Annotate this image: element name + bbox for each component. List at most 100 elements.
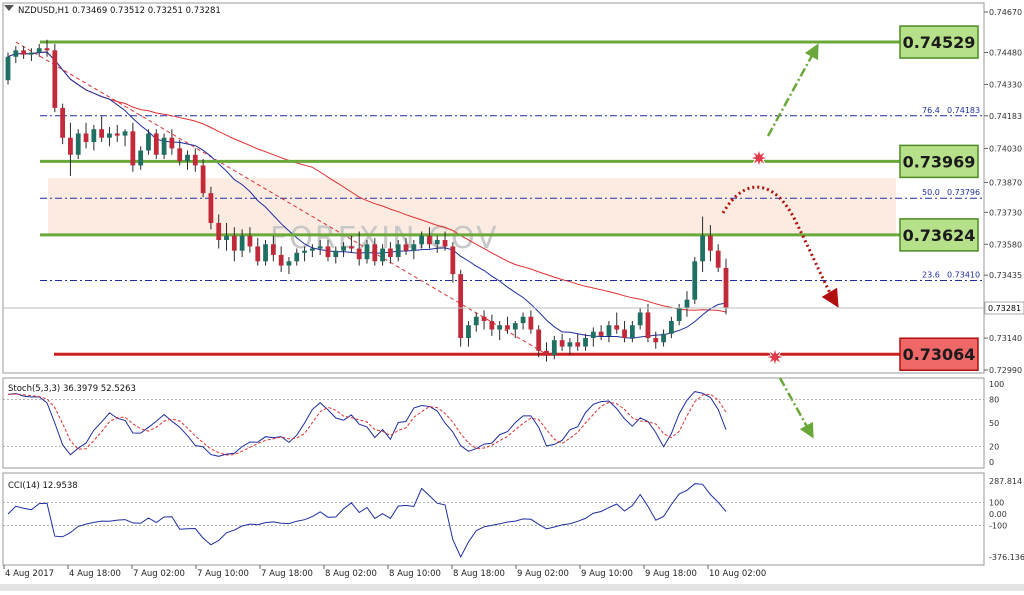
candle-bull — [668, 320, 674, 334]
candle-bear — [645, 312, 651, 339]
stoch-tick-label: 50 — [989, 419, 999, 428]
candle-bull — [520, 316, 526, 324]
candle-bull — [661, 333, 666, 343]
stoch-tick-label: 0 — [989, 458, 994, 467]
candle-bear — [388, 248, 393, 258]
candle-bull — [146, 133, 151, 151]
candle-bull — [239, 235, 245, 251]
level-label: 0.74529 — [903, 33, 976, 52]
x-tick-label: 8 Aug 02:00 — [325, 569, 377, 579]
candle-bull — [263, 244, 268, 262]
candle-bull — [567, 342, 573, 347]
fib-level-price: 0.73796 — [947, 188, 980, 197]
current-price-label: 0.73281 — [988, 304, 1021, 313]
candle-bull — [341, 246, 346, 251]
candle-bear — [130, 131, 136, 166]
cci-label: CCI(14) 12.9538 — [8, 481, 78, 491]
candle-bear — [177, 148, 183, 162]
breakdown-marker-icon — [764, 346, 786, 368]
cci-tick-label: 0.00 — [989, 510, 1007, 519]
y-tick-label: 0.73580 — [989, 240, 1022, 249]
level-label: 0.73624 — [903, 226, 976, 245]
x-tick-label: 8 Aug 10:00 — [389, 569, 441, 579]
y-tick-label: 0.74480 — [989, 48, 1022, 57]
candle-bear — [216, 222, 222, 241]
x-tick-label: 7 Aug 02:00 — [133, 569, 185, 579]
candle-bull — [629, 325, 635, 339]
x-tick-label: 9 Aug 02:00 — [517, 569, 569, 579]
fib-level-price: 0.73410 — [947, 271, 980, 280]
candle-bear — [575, 342, 581, 347]
candle-bull — [75, 133, 81, 155]
x-tick-label: 7 Aug 18:00 — [261, 569, 313, 579]
level-label: 0.73969 — [903, 152, 976, 171]
candle-bull — [224, 235, 229, 241]
candle-bear — [200, 165, 206, 194]
stoch-label: Stoch(5,3,3) 36.3979 52.5263 — [8, 384, 136, 394]
level-label: 0.73064 — [903, 345, 976, 364]
candle-bear — [356, 248, 362, 260]
candle-bull — [497, 325, 503, 330]
candle-bull — [161, 137, 167, 155]
candle-bull — [91, 129, 97, 142]
candle-bear — [505, 325, 510, 330]
scrollbar-track[interactable] — [0, 584, 1024, 591]
candle-bear — [44, 48, 50, 51]
candle-bear — [52, 50, 58, 108]
chart-window: FOREXIN.COV 76.4 0.74183 50.0 0.73796 23.6 0.7… — [0, 0, 1024, 591]
candle-bear — [247, 235, 253, 247]
candle-bull — [590, 331, 596, 339]
cci-tick-label: -100 — [989, 521, 1007, 530]
candle-bear — [544, 350, 549, 356]
cci-tick-label: 100 — [989, 498, 1004, 507]
candle-bear — [481, 316, 487, 321]
y-tick-label: 0.73870 — [989, 178, 1022, 187]
candle-bull — [364, 244, 370, 260]
candle-bull — [434, 240, 440, 245]
y-tick-label: 0.73140 — [989, 334, 1022, 343]
fib-level-price: 0.74183 — [947, 106, 980, 115]
candle-bull — [380, 248, 386, 262]
breakout-marker-icon — [748, 147, 770, 169]
candle-bull — [36, 48, 42, 53]
candle-bull — [551, 340, 557, 356]
stoch-tick-label: 80 — [989, 396, 999, 405]
candle-bear — [653, 338, 659, 343]
candle-bull — [5, 56, 11, 81]
y-tick-label: 0.74030 — [989, 144, 1022, 153]
candle-bear — [68, 137, 73, 155]
candle-bull — [473, 316, 479, 326]
candle-bear — [99, 129, 105, 138]
y-tick-label: 0.74183 — [989, 112, 1022, 121]
y-tick-label: 0.72990 — [989, 366, 1022, 375]
candle-bear — [614, 325, 620, 330]
candle-bear — [559, 340, 565, 347]
candle-bull — [692, 261, 698, 300]
candle-bear — [622, 329, 627, 339]
candle-bull — [684, 299, 690, 309]
y-tick-label: 0.73730 — [989, 208, 1022, 217]
candle-bull — [333, 250, 339, 258]
candle-bear — [598, 331, 604, 336]
candle-bear — [442, 240, 448, 247]
x-tick-label: 10 Aug 02:00 — [709, 569, 766, 579]
candle-bull — [107, 133, 112, 138]
candle-bull — [395, 244, 401, 258]
price-chart[interactable]: FOREXIN.COV76.4 0.7418350.0 0.7379623.6 0.7… — [0, 0, 1024, 591]
candle-bear — [255, 246, 261, 262]
candle-bear — [153, 133, 159, 155]
y-tick-label: 0.73435 — [989, 271, 1022, 280]
candle-bear — [83, 133, 89, 142]
x-tick-label: 9 Aug 10:00 — [581, 569, 633, 579]
candle-bear — [707, 235, 713, 251]
candle-bull — [637, 312, 643, 326]
fib-level-label: 76.4 — [922, 106, 940, 115]
candle-bear — [403, 244, 409, 251]
stoch-tick-label: 20 — [989, 442, 999, 451]
candle-bull — [286, 261, 292, 266]
candle-bear — [208, 193, 214, 223]
candle-bear — [60, 107, 66, 138]
candle-bull — [317, 246, 323, 249]
candle-bear — [21, 50, 27, 55]
candle-bull — [185, 154, 190, 162]
